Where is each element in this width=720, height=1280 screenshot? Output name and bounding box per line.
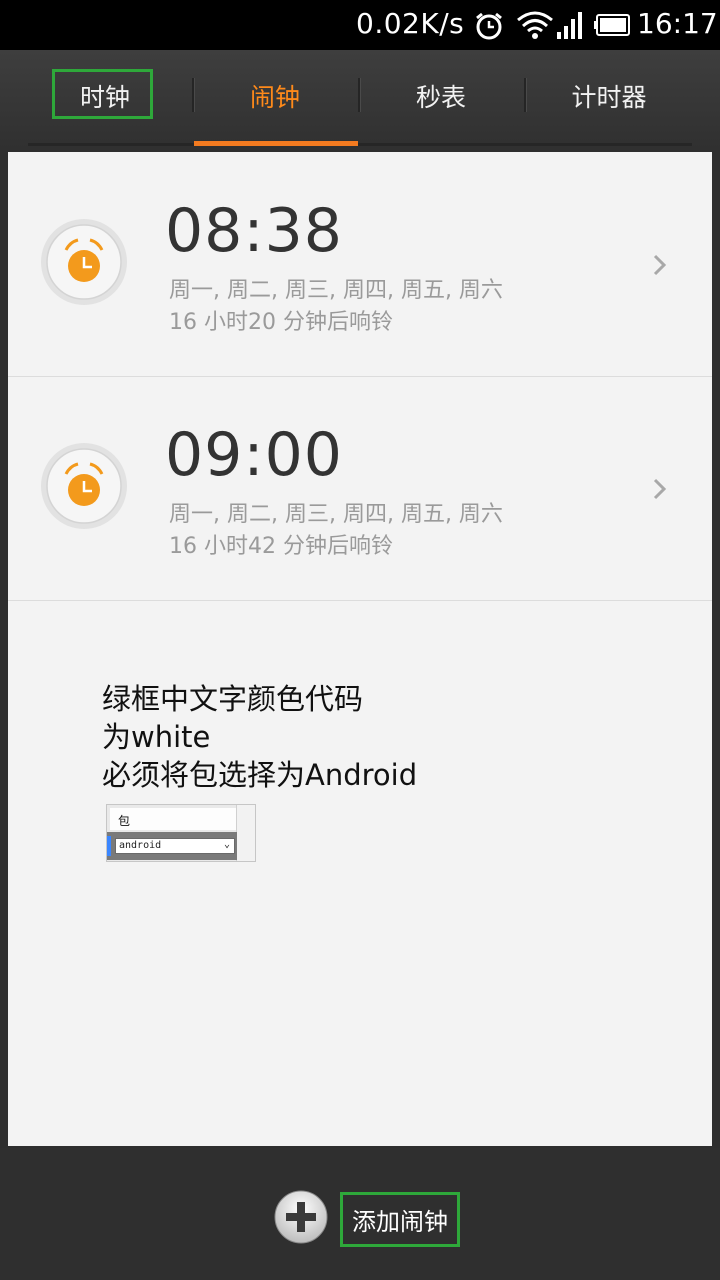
alarm-remaining-time: 16 小时20 分钟后响铃 bbox=[169, 310, 393, 335]
signal-icon bbox=[557, 12, 582, 39]
tab-timer[interactable]: 计时器 bbox=[526, 50, 692, 142]
selection-marker bbox=[107, 836, 111, 856]
status-bar: 0.02K/s 16:17 bbox=[0, 0, 720, 50]
annotation-note: 绿框中文字颜色代码 为white 必须将包选择为Android bbox=[102, 680, 417, 794]
alarm-time: 08:38 bbox=[165, 196, 343, 266]
package-selector-screenshot: 包 android ⌄ bbox=[106, 804, 256, 862]
highlight-box-clock-tab bbox=[52, 69, 153, 119]
scrollbar bbox=[236, 805, 255, 861]
alarm-clock-icon bbox=[41, 219, 127, 305]
bottom-action-bar: 添加闹钟 bbox=[0, 1148, 720, 1280]
tab-stopwatch[interactable]: 秒表 bbox=[358, 50, 524, 142]
wifi-icon bbox=[517, 11, 553, 39]
package-select-row: android ⌄ bbox=[107, 832, 237, 860]
alarm-clock-icon bbox=[476, 12, 502, 40]
alarm-repeat-days: 周一, 周二, 周三, 周四, 周五, 周六 bbox=[169, 278, 503, 303]
package-dropdown: android ⌄ bbox=[115, 838, 235, 854]
status-time: 16:17 bbox=[637, 7, 718, 40]
alarm-item[interactable]: 09:00 周一, 周二, 周三, 周四, 周五, 周六 16 小时42 分钟后… bbox=[8, 376, 712, 601]
package-label-row: 包 bbox=[110, 808, 236, 830]
battery-icon bbox=[594, 14, 630, 36]
chevron-right-icon bbox=[653, 478, 667, 500]
add-alarm-button[interactable] bbox=[274, 1190, 328, 1244]
tab-bar: 时钟 闹钟 秒表 计时器 bbox=[0, 50, 720, 150]
package-dropdown-value: android bbox=[119, 840, 162, 851]
active-tab-indicator bbox=[194, 141, 358, 146]
chevron-down-icon: ⌄ bbox=[223, 839, 230, 850]
tab-baseline bbox=[28, 143, 692, 146]
network-speed: 0.02K/s bbox=[356, 7, 465, 40]
alarm-time: 09:00 bbox=[165, 420, 343, 490]
chevron-right-icon bbox=[653, 254, 667, 276]
package-label: 包 bbox=[118, 814, 131, 828]
tab-alarm[interactable]: 闹钟 bbox=[192, 50, 358, 142]
alarm-item[interactable]: 08:38 周一, 周二, 周三, 周四, 周五, 周六 16 小时20 分钟后… bbox=[8, 152, 712, 377]
alarm-remaining-time: 16 小时42 分钟后响铃 bbox=[169, 534, 393, 559]
note-line: 必须将包选择为Android bbox=[102, 758, 418, 792]
note-line: 绿框中文字颜色代码 bbox=[102, 682, 364, 716]
note-line: 为white bbox=[102, 720, 211, 754]
alarm-clock-icon bbox=[41, 443, 127, 529]
alarm-list: 08:38 周一, 周二, 周三, 周四, 周五, 周六 16 小时20 分钟后… bbox=[8, 152, 712, 1146]
alarm-repeat-days: 周一, 周二, 周三, 周四, 周五, 周六 bbox=[169, 502, 503, 527]
add-alarm-label[interactable]: 添加闹钟 bbox=[340, 1192, 460, 1247]
